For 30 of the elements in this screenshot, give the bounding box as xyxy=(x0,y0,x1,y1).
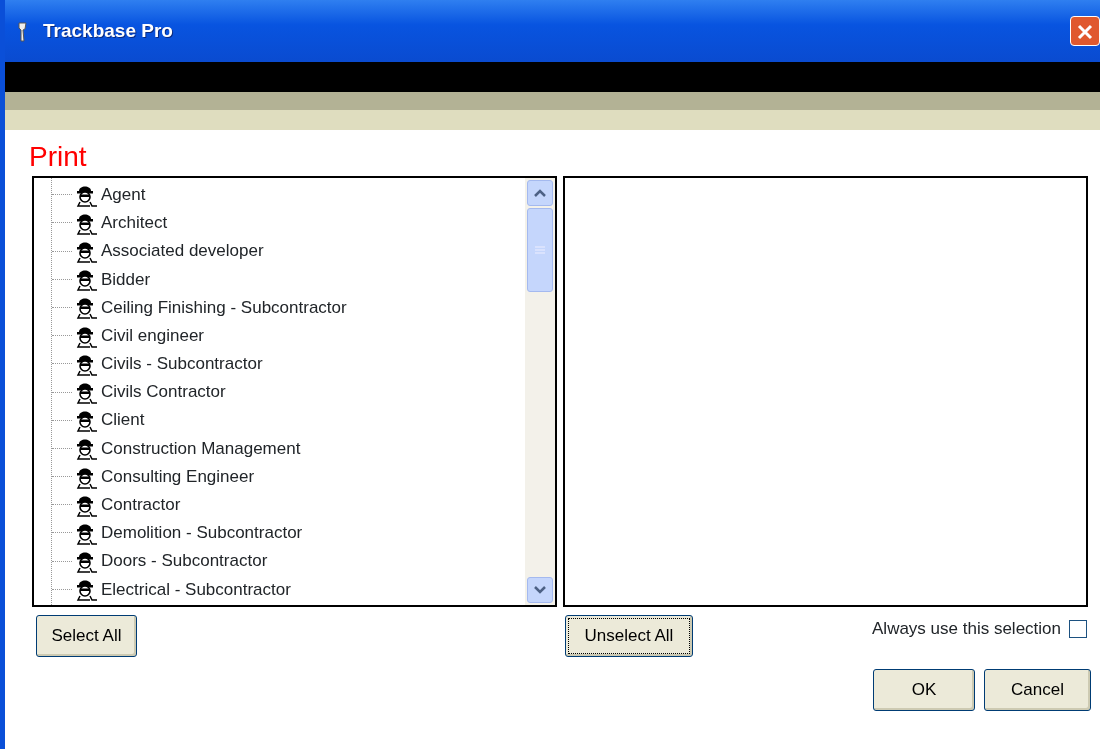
list-item[interactable]: Architect xyxy=(98,209,171,237)
ok-button[interactable]: OK xyxy=(873,668,975,711)
available-list[interactable] xyxy=(32,175,557,607)
list-item[interactable]: Civil engineer xyxy=(98,321,207,350)
scrollbar[interactable] xyxy=(525,177,555,605)
window-title: Trackbase Pro xyxy=(43,18,173,43)
unselect-all-button[interactable]: Unselect All xyxy=(565,614,693,657)
scroll-up-button[interactable] xyxy=(527,179,553,206)
dialog-heading: Print xyxy=(28,140,88,174)
close-button[interactable] xyxy=(1070,16,1100,46)
scroll-thumb[interactable] xyxy=(527,207,553,292)
list-item[interactable]: Demolition - Subcontractor xyxy=(98,519,306,547)
scroll-down-button[interactable] xyxy=(527,576,553,603)
select-all-button[interactable]: Select All xyxy=(36,614,137,657)
list-item[interactable]: Bidder xyxy=(98,265,154,293)
cancel-button[interactable]: Cancel xyxy=(984,668,1091,711)
list-item[interactable]: Agent xyxy=(98,180,149,209)
always-use-checkbox[interactable] xyxy=(1069,619,1087,638)
list-item[interactable]: Associated developer xyxy=(98,237,267,265)
list-item[interactable]: Ceiling Finishing - Subcontractor xyxy=(98,293,350,322)
list-item[interactable]: Contractor xyxy=(98,491,184,519)
list-item[interactable]: Civils - Subcontractor xyxy=(98,350,266,378)
list-item[interactable]: Construction Management xyxy=(98,434,304,463)
checkbox-label: Always use this selection xyxy=(872,617,1061,640)
list-item[interactable]: Civils Contractor xyxy=(98,378,229,406)
list-item[interactable]: Consulting Engineer xyxy=(98,462,258,491)
app-icon xyxy=(17,20,29,43)
list-item[interactable]: Client xyxy=(98,406,148,434)
list-item[interactable]: Electrical - Subcontractor xyxy=(98,575,294,604)
list-item[interactable]: Doors - Subcontractor xyxy=(98,547,271,575)
